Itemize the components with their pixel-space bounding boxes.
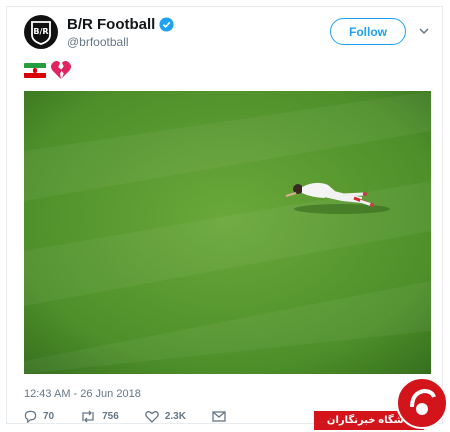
avatar[interactable]: B/R — [24, 15, 58, 49]
retweet-count: 756 — [102, 411, 119, 422]
retweet-icon — [82, 410, 94, 423]
envelope-icon — [212, 411, 226, 422]
chevron-down-icon[interactable] — [418, 25, 430, 37]
reply-button[interactable]: 70 — [24, 410, 54, 423]
br-logo-icon: B/R — [31, 21, 51, 45]
author-name[interactable]: B/R Football — [67, 16, 174, 33]
svg-text:B/R: B/R — [33, 27, 48, 36]
watermark-logo-icon — [396, 377, 448, 429]
author-handle[interactable]: @brfootball — [67, 35, 129, 49]
broken-heart-icon — [51, 60, 71, 80]
like-button[interactable]: 2.3K — [144, 410, 186, 423]
author-name-text[interactable]: B/R Football — [67, 16, 155, 33]
tweet-text — [24, 60, 72, 80]
follow-button[interactable]: Follow — [330, 18, 406, 45]
verified-badge-icon — [159, 17, 174, 32]
iran-flag-icon — [24, 62, 46, 78]
tweet-actions: 70 756 2.3K — [24, 410, 252, 423]
reply-count: 70 — [43, 411, 55, 422]
pitch-image — [24, 91, 431, 374]
heart-icon — [144, 411, 159, 423]
message-button[interactable] — [212, 411, 226, 422]
retweet-button[interactable]: 756 — [80, 410, 119, 423]
tweet-photo[interactable] — [24, 91, 431, 374]
tweet-timestamp[interactable]: 12:43 AM - 26 Jun 2018 — [24, 388, 141, 400]
like-count: 2.3K — [164, 411, 186, 422]
reply-icon — [24, 410, 37, 423]
